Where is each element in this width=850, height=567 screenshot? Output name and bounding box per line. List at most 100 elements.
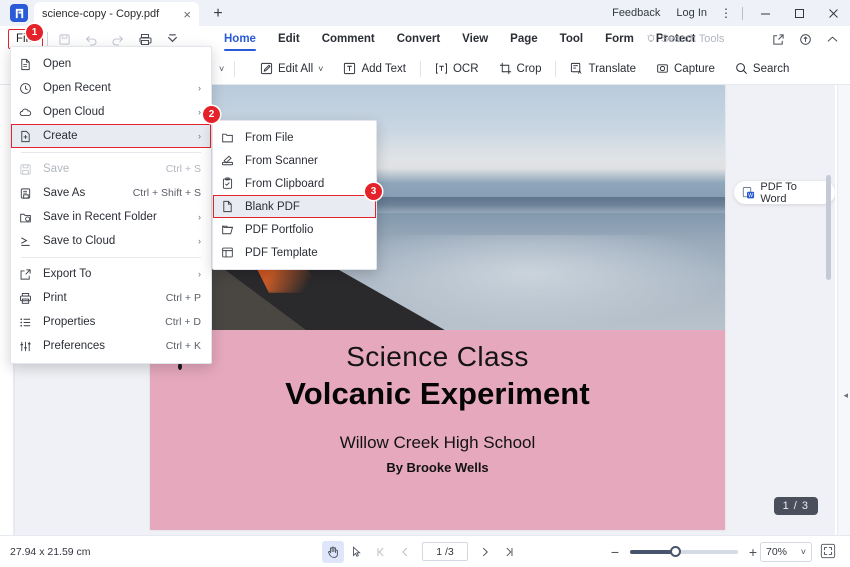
edit-all-label: Edit All <box>278 62 314 75</box>
share-icon[interactable] <box>766 29 790 49</box>
feedback-link[interactable]: Feedback <box>604 0 668 26</box>
search-icon <box>736 63 747 74</box>
menu-item-save-to-cloud[interactable]: Save to Cloud › <box>11 229 211 253</box>
first-page-button[interactable] <box>370 541 392 563</box>
edit-pencil-icon <box>260 62 273 75</box>
login-link[interactable]: Log In <box>668 0 715 26</box>
menu-item-open-recent[interactable]: Open Recent › <box>11 76 211 100</box>
fit-page-button[interactable] <box>820 543 838 561</box>
capture-button[interactable]: Capture <box>646 52 725 85</box>
menu-item-open[interactable]: Open <box>11 52 211 76</box>
next-page-button[interactable] <box>474 541 496 563</box>
save-icon <box>19 163 43 176</box>
collapse-ribbon-icon[interactable] <box>820 29 844 49</box>
menu-item-print-label: Print <box>43 292 67 304</box>
menu-item-save-in-recent-folder[interactable]: Save in Recent Folder › <box>11 205 211 229</box>
poster-line-volcanic-experiment: Volcanic Experiment <box>285 376 590 411</box>
tab-convert[interactable]: Convert <box>386 26 451 52</box>
more-options-icon[interactable]: ⋮ <box>715 6 737 20</box>
menu-item-create[interactable]: Create › <box>11 124 211 148</box>
ribbon-tabs: Home Edit Comment Convert View Page Tool… <box>213 26 706 52</box>
printer-icon <box>19 292 43 305</box>
zoom-slider[interactable] <box>630 545 738 557</box>
title-bar: science-copy - Copy.pdf × + Feedback Log… <box>0 0 850 26</box>
add-text-button[interactable]: Add Text <box>333 52 416 85</box>
scanner-icon <box>221 154 245 167</box>
tab-page[interactable]: Page <box>499 26 549 52</box>
pdf-to-word-button[interactable]: W PDF To Word <box>734 180 835 205</box>
document-tab[interactable]: science-copy - Copy.pdf × <box>34 2 199 26</box>
menu-item-save-as-shortcut: Ctrl + Shift + S <box>132 187 201 199</box>
search-button[interactable]: Search <box>725 52 799 85</box>
menu-item-preferences-shortcut: Ctrl + K <box>165 340 201 352</box>
zoom-out-button[interactable]: − <box>608 545 622 559</box>
translate-button[interactable]: A Translate <box>560 52 646 85</box>
menu-item-create-label: Create <box>43 130 78 142</box>
menu-item-print-shortcut: Ctrl + P <box>165 292 201 304</box>
upload-cloud-icon <box>19 235 43 248</box>
svg-text:W: W <box>748 192 753 198</box>
zoom-slider-fill <box>630 549 674 554</box>
chevron-right-icon: › <box>198 83 201 93</box>
portfolio-icon <box>221 223 245 236</box>
tab-edit[interactable]: Edit <box>267 26 311 52</box>
search-tools-field[interactable]: Search Tools <box>645 26 724 52</box>
pdf-editor-window: science-copy - Copy.pdf × + Feedback Log… <box>0 0 850 567</box>
hand-tool-icon[interactable] <box>322 540 344 563</box>
previous-page-button[interactable] <box>394 541 416 563</box>
zoom-level-value: 70% <box>766 545 788 558</box>
tab-form[interactable]: Form <box>594 26 645 52</box>
minimize-button[interactable] <box>748 0 782 26</box>
submenu-item-from-file[interactable]: From File <box>213 126 376 149</box>
maximize-button[interactable] <box>782 0 816 26</box>
chevron-right-icon-4: › <box>198 212 201 222</box>
menu-item-save-label: Save <box>43 163 70 175</box>
pdf-to-word-label: PDF To Word <box>760 180 797 205</box>
ocr-button[interactable]: OCR <box>425 52 489 85</box>
page-number-input[interactable]: 1 /3 <box>422 542 468 561</box>
menu-item-export-to[interactable]: Export To › <box>11 262 211 286</box>
file-menu-dropdown[interactable]: Open Open Recent › Open Cloud › Create › <box>10 46 212 364</box>
tab-view[interactable]: View <box>451 26 499 52</box>
last-page-button[interactable] <box>498 541 520 563</box>
toolbar-divider-3 <box>555 60 557 77</box>
submenu-item-blank-pdf-label: Blank PDF <box>245 200 300 213</box>
edit-all-button[interactable]: Edit All ˅ <box>250 52 333 85</box>
submenu-item-blank-pdf[interactable]: Blank PDF <box>213 195 376 218</box>
submenu-item-pdf-portfolio[interactable]: PDF Portfolio <box>213 218 376 241</box>
toolbar-overflow-caret[interactable]: ˅ <box>213 52 239 85</box>
submenu-item-pdf-template[interactable]: PDF Template <box>213 241 376 264</box>
tab-tool[interactable]: Tool <box>549 26 594 52</box>
crop-button[interactable]: Crop <box>489 52 552 85</box>
collapse-right-panel-icon[interactable]: ◂ <box>843 390 848 401</box>
right-panel-rail: ◂ <box>837 85 850 535</box>
status-bar: 27.94 x 21.59 cm 1 /3 − + 70% ˅ <box>0 535 850 567</box>
create-submenu[interactable]: From File From Scanner From Clipboard Bl… <box>212 120 377 270</box>
submenu-item-from-scanner[interactable]: From Scanner <box>213 149 376 172</box>
select-tool-icon[interactable] <box>346 541 368 563</box>
zoom-in-button[interactable]: + <box>746 545 760 559</box>
menu-item-save-as[interactable]: Save As Ctrl + Shift + S <box>11 181 211 205</box>
submenu-item-from-file-label: From File <box>245 131 294 144</box>
edit-all-caret-icon: ˅ <box>318 63 324 74</box>
zoom-level-select[interactable]: 70% ˅ <box>760 541 812 562</box>
menu-item-preferences-label: Preferences <box>43 340 106 352</box>
menu-item-print[interactable]: Print Ctrl + P <box>11 286 211 310</box>
toolbar-divider-2 <box>419 60 421 77</box>
folder-icon <box>221 131 245 144</box>
titlebar-right-group: Feedback Log In ⋮ <box>604 0 850 26</box>
vertical-scrollbar[interactable] <box>826 175 831 280</box>
close-window-button[interactable] <box>816 0 850 26</box>
menu-item-properties[interactable]: Properties Ctrl + D <box>11 310 211 334</box>
menu-item-open-cloud[interactable]: Open Cloud › <box>11 100 211 124</box>
submenu-item-from-clipboard[interactable]: From Clipboard <box>213 172 376 195</box>
cloud-upload-icon[interactable] <box>793 29 817 49</box>
new-tab-button[interactable]: + <box>208 4 228 24</box>
close-tab-icon[interactable]: × <box>179 8 191 21</box>
tab-comment[interactable]: Comment <box>311 26 386 52</box>
menu-item-export-to-label: Export To <box>43 268 92 280</box>
zoom-controls: − + <box>608 545 760 559</box>
zoom-slider-handle[interactable] <box>670 545 681 557</box>
menu-item-preferences[interactable]: Preferences Ctrl + K <box>11 334 211 358</box>
tab-home[interactable]: Home <box>213 26 267 52</box>
